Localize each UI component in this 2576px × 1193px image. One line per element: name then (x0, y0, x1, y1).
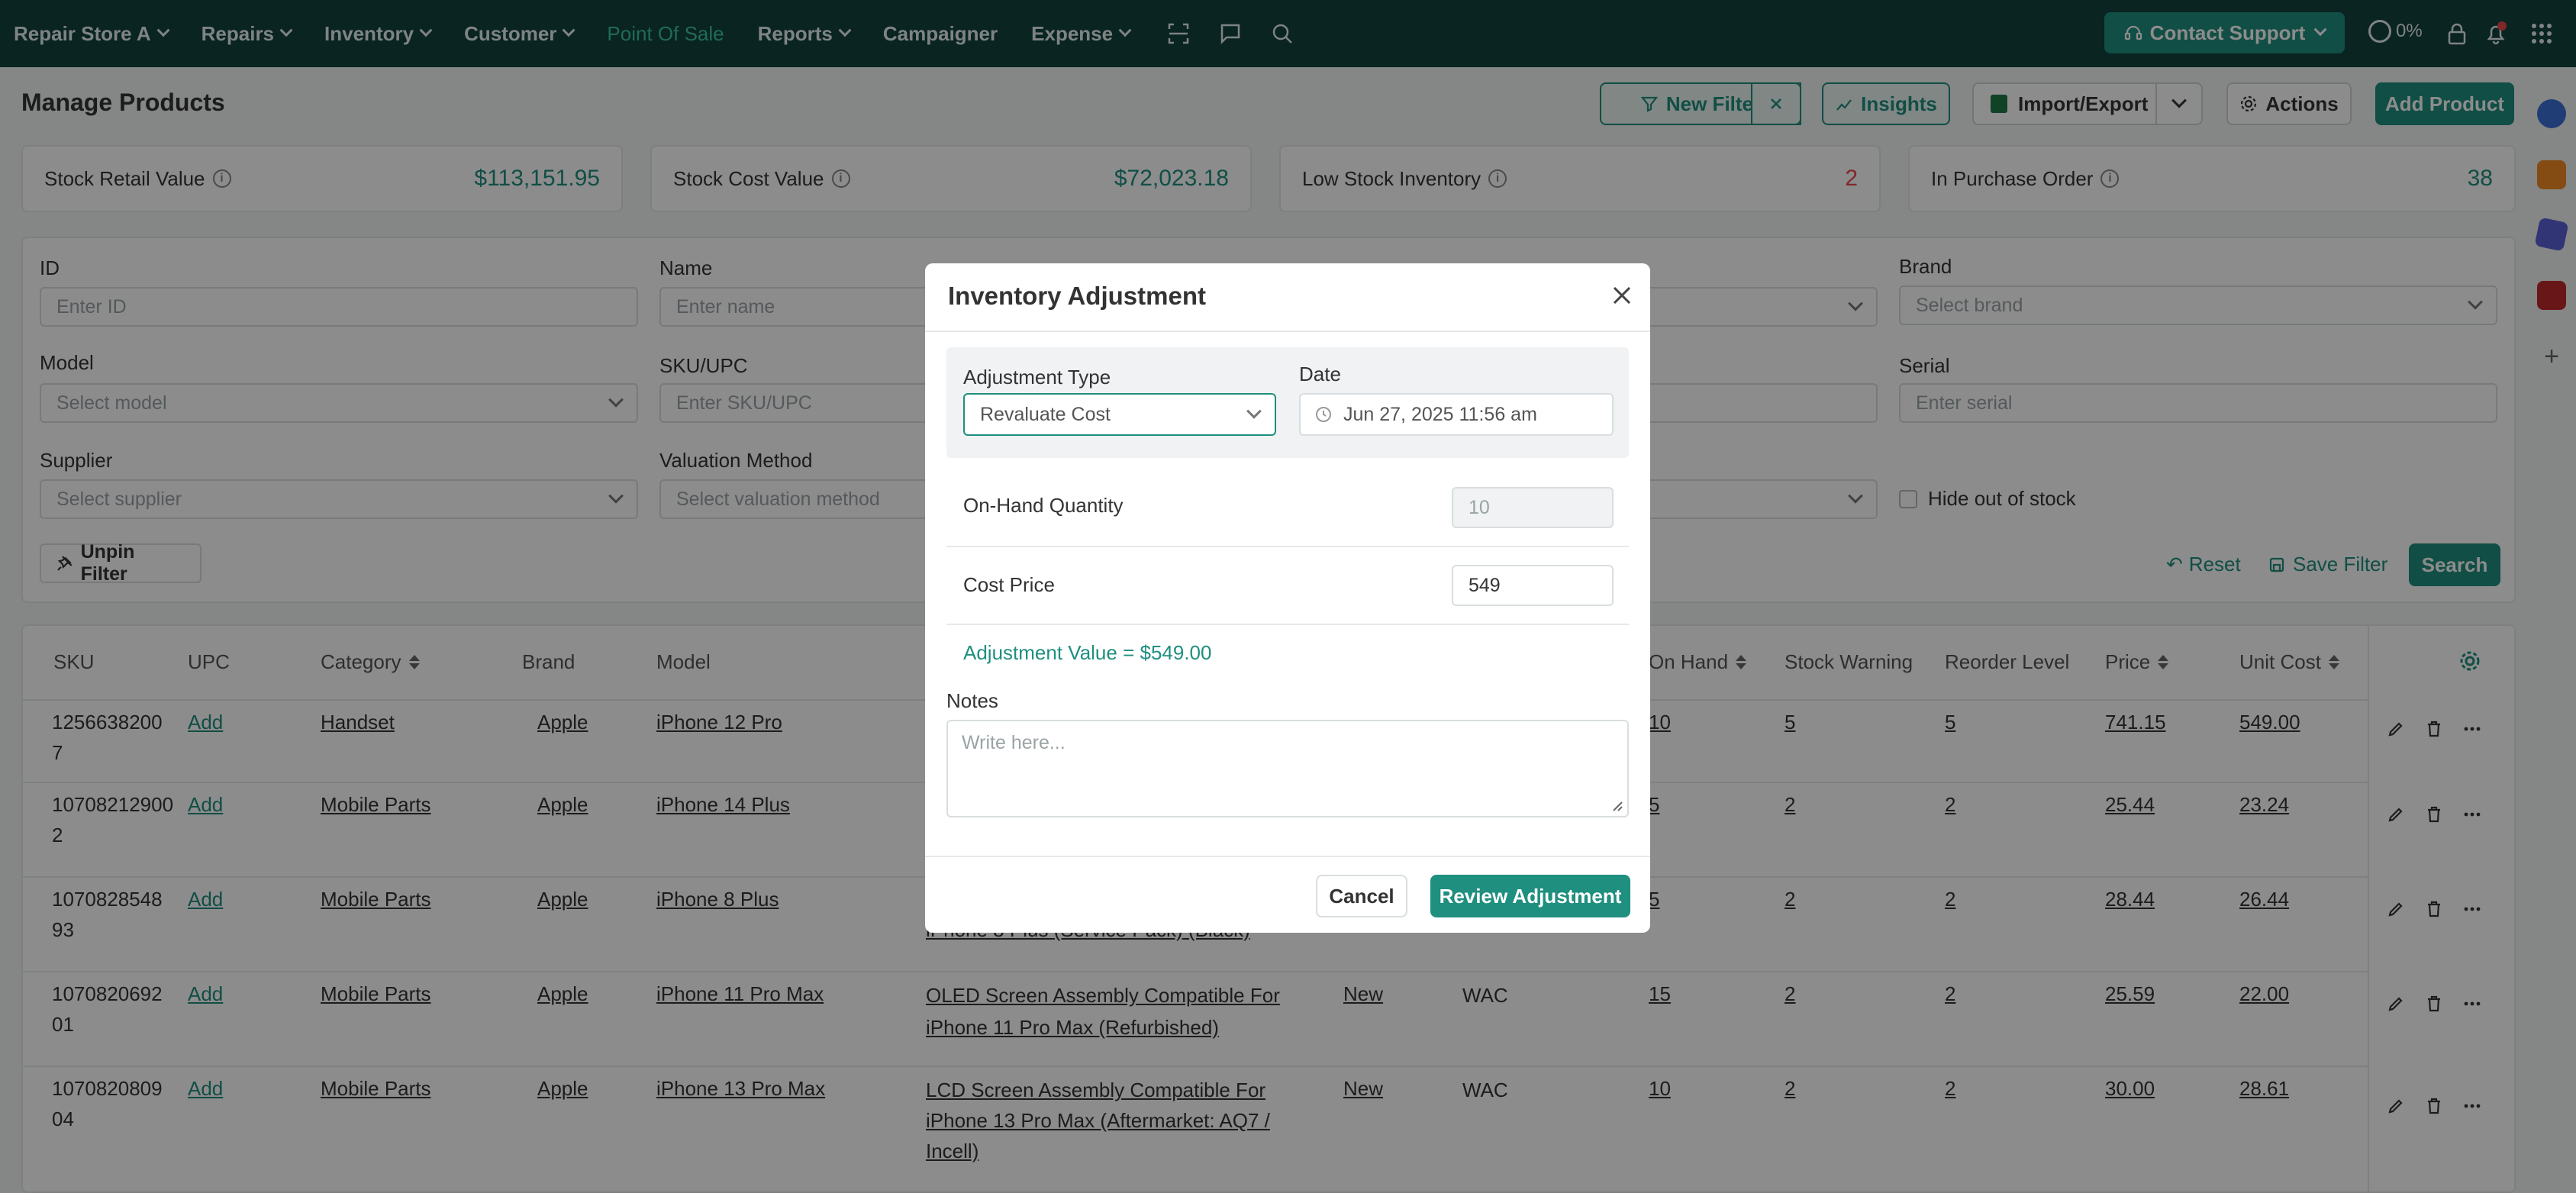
cancel-label: Cancel (1329, 884, 1394, 908)
on-hand-label: On-Hand Quantity (963, 494, 1124, 517)
divider (925, 856, 1650, 857)
divider (946, 624, 1629, 625)
divider (925, 330, 1650, 332)
notes-label: Notes (946, 689, 998, 712)
on-hand-value: 10 (1469, 496, 1490, 518)
date-value: Jun 27, 2025 11:56 am (1343, 403, 1537, 425)
chevron-down-icon (1246, 403, 1262, 419)
cost-price-label: Cost Price (963, 573, 1055, 596)
adjustment-type-label: Adjustment Type (963, 366, 1111, 389)
cancel-button[interactable]: Cancel (1316, 875, 1407, 917)
cost-price-input[interactable]: 549 (1452, 565, 1614, 606)
notes-textarea[interactable]: Write here... (946, 720, 1629, 817)
divider (946, 546, 1629, 547)
close-icon[interactable] (1607, 280, 1637, 311)
notes-placeholder: Write here... (962, 732, 1066, 753)
clock-icon (1316, 407, 1331, 422)
dialog-title: Inventory Adjustment (948, 282, 1206, 310)
review-label: Review Adjustment (1439, 884, 1622, 908)
review-adjustment-button[interactable]: Review Adjustment (1430, 875, 1630, 917)
adjustment-settings: Adjustment Type Revaluate Cost Date Jun … (946, 347, 1629, 458)
inventory-adjustment-dialog: Inventory Adjustment Adjustment Type Rev… (925, 263, 1650, 933)
on-hand-field: 10 (1452, 487, 1614, 528)
cost-price-value: 549 (1469, 574, 1501, 596)
adjustment-type-select[interactable]: Revaluate Cost (963, 393, 1276, 436)
adjustment-type-value: Revaluate Cost (980, 403, 1111, 425)
resize-handle-icon[interactable] (1609, 798, 1623, 811)
adjustment-value: Adjustment Value = $549.00 (963, 641, 1212, 664)
date-label: Date (1299, 363, 1341, 385)
date-picker[interactable]: Jun 27, 2025 11:56 am (1299, 393, 1614, 436)
